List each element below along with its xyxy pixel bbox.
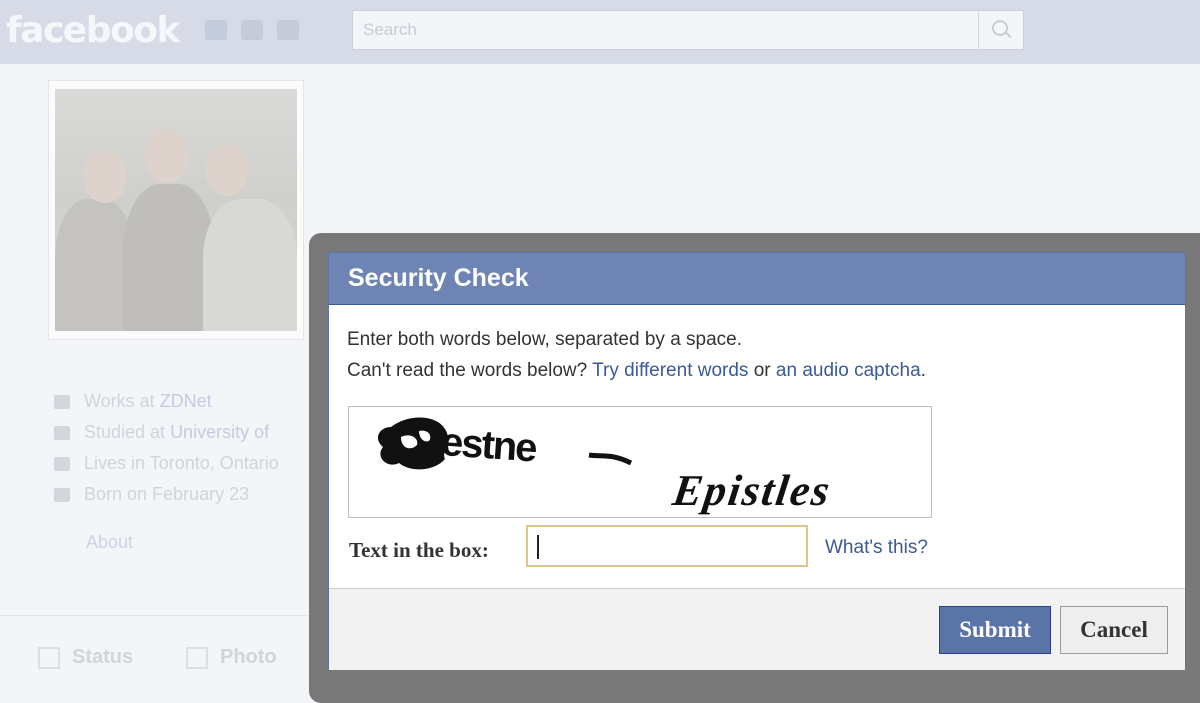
facebook-logo[interactable]: facebook xyxy=(6,10,180,51)
info-birthday: Born on February 23 xyxy=(54,479,279,510)
work-link[interactable]: ZDNet xyxy=(160,391,212,412)
education-link[interactable]: University of xyxy=(170,422,269,443)
profile-photo[interactable] xyxy=(55,89,297,331)
search-button[interactable] xyxy=(978,11,1023,49)
photo-icon xyxy=(186,646,208,669)
notification-icons xyxy=(205,20,299,40)
text-caret xyxy=(537,535,539,559)
captcha-image: estne Epistles xyxy=(348,406,932,518)
audio-captcha-link[interactable]: an audio captcha xyxy=(776,360,921,381)
photo-tab[interactable]: Photo xyxy=(186,646,277,669)
try-different-words-link[interactable]: Try different words xyxy=(592,360,748,381)
dialog-body: Enter both words below, separated by a s… xyxy=(329,305,1185,587)
info-location: Lives in Toronto, Ontario xyxy=(54,448,279,479)
security-check-dialog: Security Check Enter both words below, s… xyxy=(328,252,1186,670)
text-in-box-label: Text in the box: xyxy=(349,538,489,562)
captcha-word-1: estne xyxy=(440,420,538,471)
search-placeholder: Search xyxy=(363,20,417,39)
search-input[interactable]: Search xyxy=(352,10,1024,50)
whats-this-link[interactable]: What's this? xyxy=(825,537,928,559)
home-icon xyxy=(54,456,70,471)
cant-read-line: Can't read the words below? Try differen… xyxy=(347,360,926,381)
profile-info-list: Works at ZDNet Studied at University of … xyxy=(54,386,279,510)
dialog-title: Security Check xyxy=(329,253,1185,305)
top-bar: facebook Search xyxy=(0,0,1200,64)
calendar-icon xyxy=(54,487,70,502)
messages-icon[interactable] xyxy=(241,20,263,40)
about-link[interactable]: About xyxy=(86,532,133,553)
graduation-cap-icon xyxy=(54,425,70,440)
captcha-text-input[interactable] xyxy=(526,525,808,567)
captcha-word-2: Epistles xyxy=(669,466,835,515)
briefcase-icon xyxy=(54,394,70,409)
dialog-footer: Submit Cancel xyxy=(329,588,1185,670)
notifications-icon[interactable] xyxy=(277,20,299,40)
profile-picture-frame xyxy=(48,80,304,340)
composer-bar: Status Photo xyxy=(0,615,320,688)
submit-button[interactable]: Submit xyxy=(939,606,1051,654)
search-icon xyxy=(992,20,1008,36)
captcha-graphic: estne Epistles xyxy=(377,417,835,515)
friend-requests-icon[interactable] xyxy=(205,20,227,40)
info-work: Works at ZDNet xyxy=(54,386,279,417)
status-tab[interactable]: Status xyxy=(38,646,133,669)
status-icon xyxy=(38,646,60,669)
cancel-button[interactable]: Cancel xyxy=(1060,606,1168,654)
info-education: Studied at University of xyxy=(54,417,279,448)
instruction-text: Enter both words below, separated by a s… xyxy=(347,329,743,350)
